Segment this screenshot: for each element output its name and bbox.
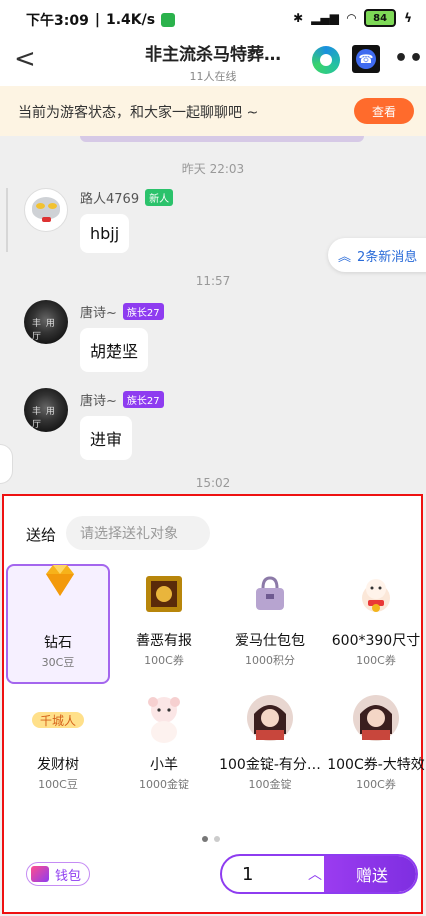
gift-item[interactable]: 600*390尺寸 100C券 — [324, 564, 426, 684]
lamb-icon — [148, 697, 180, 743]
page-title: 非主流杀马特葬… — [145, 45, 281, 65]
gift-price: 100C券 — [356, 778, 396, 791]
chevron-up-icon[interactable]: ︿ — [308, 864, 322, 884]
online-count: 11人在线 — [189, 70, 237, 83]
network-speed: 1.4K/s — [105, 12, 156, 28]
wallet-label: 钱包 — [55, 868, 82, 884]
status-bar: 下午3:09 | 1.4K/s ✱ ▂▄▆ ◠ 84 ϟ — [0, 0, 426, 36]
message-bubble[interactable]: 进审 — [80, 416, 133, 460]
back-icon[interactable]: < — [14, 46, 36, 72]
page-indicator — [202, 836, 220, 842]
sender-name: 唐诗~ — [80, 306, 117, 321]
new-messages-label: 2条新消息 — [357, 249, 418, 265]
gift-name: 爱马仕包包 — [235, 633, 305, 649]
guest-banner: 当前为游客状态，和大家一起聊聊吧 ~ 查看 — [0, 86, 426, 136]
handbag-icon — [256, 576, 284, 610]
portrait-icon — [247, 695, 293, 741]
gift-name: 发财树 — [37, 757, 79, 773]
gift-item[interactable]: 爱马仕包包 1000积分 — [218, 564, 322, 684]
portrait-icon — [353, 695, 399, 741]
status-time: 下午3:09 — [26, 13, 89, 29]
wifi-icon: ◠ — [346, 11, 357, 25]
message-bubble[interactable]: 胡楚坚 — [80, 328, 149, 372]
battery-icon: 84 — [364, 9, 397, 27]
image-message-peek[interactable] — [80, 136, 364, 142]
page-dot[interactable] — [214, 836, 220, 842]
gift-price: 1000积分 — [245, 654, 295, 667]
gift-price: 1000金锭 — [139, 778, 189, 791]
new-messages-button[interactable]: ︽ 2条新消息 — [328, 238, 426, 272]
phone-icon: ☎ — [356, 49, 376, 69]
gift-price: 100金锭 — [248, 778, 292, 791]
scroll-indicator — [6, 188, 8, 252]
wechat-icon — [161, 13, 176, 27]
gift-name: 100金锭-有分… — [219, 757, 321, 773]
avatar[interactable]: 丰 用 厅 — [24, 300, 68, 344]
gift-item[interactable]: 100C券-大特效 100C券 — [324, 688, 426, 808]
double-chevron-up-icon: ︽ — [338, 249, 352, 265]
sender-row: 唐诗~ 族长27 — [80, 390, 164, 409]
timestamp: 11:57 — [195, 274, 231, 288]
diamond-icon — [46, 565, 74, 596]
gift-name: 小羊 — [150, 757, 178, 773]
timestamp: 15:02 — [195, 476, 231, 490]
avatar[interactable]: 丰 用 厅 — [24, 388, 68, 432]
status-badge: 族长27 — [122, 391, 164, 408]
gift-name: 善恶有报 — [136, 633, 192, 649]
message-bubble[interactable]: hbjj — [80, 214, 130, 253]
gift-name: 600*390尺寸 — [331, 633, 421, 649]
gift-name: 钻石 — [44, 635, 72, 651]
gift-item[interactable]: 善恶有报 100C券 — [112, 564, 216, 684]
more-icon[interactable]: ••• — [394, 46, 426, 71]
lucky-cat-icon — [362, 579, 390, 612]
quantity-stepper[interactable]: 1 ︿ 赠送 — [220, 854, 418, 894]
sender-row: 路人4769 新人 — [80, 188, 174, 207]
guest-banner-text: 当前为游客状态，和大家一起聊聊吧 ~ — [18, 105, 259, 121]
gift-price: 100C券 — [356, 654, 396, 667]
send-gift-button[interactable]: 赠送 — [324, 856, 416, 892]
avatar[interactable] — [24, 188, 68, 232]
golden-frame-icon — [146, 576, 182, 612]
signal-icon: ▂▄▆ — [311, 11, 339, 25]
quantity-value[interactable]: 1 — [242, 864, 253, 885]
page-dot[interactable] — [202, 836, 208, 842]
send-to-label: 送给 — [26, 526, 57, 544]
gift-item-diamond[interactable]: 钻石 30C豆 — [6, 564, 110, 684]
chat-header: < 非主流杀马特葬… 11人在线 ☎ ••• — [0, 36, 426, 86]
sender-name: 路人4769 — [80, 192, 140, 207]
wallet-icon — [31, 866, 49, 882]
gift-price: 100C券 — [144, 654, 184, 667]
wallet-button[interactable]: 钱包 — [26, 862, 90, 886]
bluetooth-icon: ✱ — [293, 11, 304, 25]
gift-price: 30C豆 — [41, 656, 75, 669]
browser-icon[interactable] — [312, 46, 340, 74]
sender-row: 唐诗~ 族长27 — [80, 302, 164, 321]
call-app-icon[interactable]: ☎ — [352, 45, 380, 73]
gift-name: 100C券-大特效 — [327, 757, 425, 773]
charging-icon: ϟ — [404, 11, 412, 25]
gift-item[interactable]: 100金锭-有分… 100金锭 — [218, 688, 322, 808]
gift-item[interactable]: 千城人 发财树 100C豆 — [6, 688, 110, 808]
view-button[interactable]: 查看 — [354, 98, 414, 124]
gift-price: 100C豆 — [38, 778, 78, 791]
status-badge: 新人 — [145, 189, 174, 206]
recipient-selector[interactable]: 请选择送礼对象 — [66, 516, 210, 550]
fortune-text-icon: 千城人 — [32, 712, 84, 728]
timestamp: 昨天 22:03 — [181, 162, 245, 176]
status-badge: 族长27 — [122, 303, 164, 320]
gift-panel: 送给 请选择送礼对象 钻石 30C豆 善恶有报 100C券 爱马仕包包 1000… — [2, 494, 426, 914]
sender-name: 唐诗~ — [80, 394, 117, 409]
gift-item[interactable]: 小羊 1000金锭 — [112, 688, 216, 808]
svg-text:千城人: 千城人 — [40, 714, 76, 728]
